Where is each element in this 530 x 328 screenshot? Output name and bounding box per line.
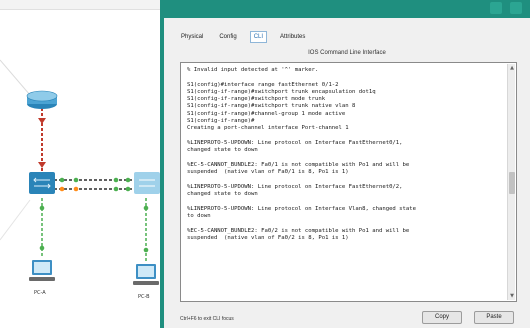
scroll-down-icon[interactable]: ▼ bbox=[509, 293, 515, 299]
port-status-up bbox=[39, 245, 45, 251]
scroll-up-icon[interactable]: ▲ bbox=[509, 65, 515, 71]
port-status-up bbox=[73, 177, 79, 183]
port-status-up bbox=[113, 186, 119, 192]
copy-button[interactable]: Copy bbox=[422, 311, 462, 324]
console-line: %LINEPROTO-5-UPDOWN: Line protocol on In… bbox=[187, 139, 403, 146]
cli-focus-hint: Ctrl+F6 to exit CLI focus bbox=[180, 316, 234, 322]
topology-canvas[interactable]: PC-A PC-B bbox=[0, 0, 164, 328]
window-title-bar[interactable] bbox=[164, 0, 530, 18]
paste-button[interactable]: Paste bbox=[474, 311, 514, 324]
pc-a-icon bbox=[29, 260, 55, 281]
port-status-amber bbox=[73, 186, 79, 192]
cli-console[interactable]: % Invalid input detected at '^' marker. S… bbox=[180, 62, 517, 302]
console-line: changed state to down bbox=[187, 191, 258, 198]
background-link bbox=[0, 59, 31, 96]
tab-attributes[interactable]: Attributes bbox=[277, 32, 308, 42]
console-line: Creating a port-channel interface Port-c… bbox=[187, 125, 349, 132]
link-down-indicator bbox=[38, 118, 46, 124]
tab-cli[interactable]: CLI bbox=[249, 31, 268, 43]
console-line: %EC-5-CANNOT_BUNDLE2: Fa0/2 is not compa… bbox=[187, 227, 410, 234]
console-line: % Invalid input detected at '^' marker. bbox=[187, 67, 319, 73]
port-status-amber bbox=[59, 186, 65, 192]
cli-output[interactable]: % Invalid input detected at '^' marker. S… bbox=[187, 67, 505, 249]
ios-cli-title: IOS Command Line Interface bbox=[308, 50, 386, 56]
port-status-up bbox=[39, 205, 45, 211]
console-line: S1(config-if-range)#switchport trunk enc… bbox=[187, 88, 376, 95]
port-status-up bbox=[125, 177, 131, 183]
port-status-up bbox=[143, 205, 149, 211]
console-line: suspended (native vlan of Fa0/1 is 8, Po… bbox=[187, 169, 349, 176]
console-line: changed state to down bbox=[187, 147, 258, 154]
console-line: S1(config-if-range)#channel-group 1 mode… bbox=[187, 110, 346, 117]
console-line: S1(config-if-range)#switchport mode trun… bbox=[187, 96, 326, 103]
port-status-up bbox=[59, 177, 65, 183]
switch-s1-icon bbox=[29, 172, 55, 194]
console-line: %LINEPROTO-5-UPDOWN: Line protocol on In… bbox=[187, 205, 417, 212]
topology-diagram bbox=[0, 59, 160, 285]
close-icon[interactable] bbox=[510, 2, 522, 14]
console-line: S1(config)#interface range fastEthernet … bbox=[187, 81, 339, 88]
tab-config[interactable]: Config bbox=[216, 32, 239, 42]
tab-physical[interactable]: Physical bbox=[178, 32, 206, 42]
console-line: to down bbox=[187, 212, 211, 219]
port-status-up bbox=[143, 247, 149, 253]
pc-a-label: PC-A bbox=[34, 290, 46, 296]
pc-b-label: PC-B bbox=[138, 294, 150, 300]
link-down-indicator bbox=[38, 162, 46, 168]
device-tabs: Physical Config CLI Attributes bbox=[178, 30, 308, 44]
port-status-up bbox=[113, 177, 119, 183]
background-link bbox=[0, 199, 31, 241]
console-line: suspended (native vlan of Fa0/2 is 8, Po… bbox=[187, 234, 349, 241]
console-line: S1(config-if-range)# bbox=[187, 118, 255, 125]
device-window[interactable]: Physical Config CLI Attributes IOS Comma… bbox=[160, 0, 530, 328]
router-icon bbox=[26, 90, 58, 109]
port-status-up bbox=[125, 186, 131, 192]
console-line: %EC-5-CANNOT_BUNDLE2: Fa0/1 is not compa… bbox=[187, 161, 410, 168]
switch-s2-icon bbox=[134, 172, 160, 194]
scrollbar-thumb[interactable] bbox=[509, 172, 515, 194]
console-line: S1(config-if-range)#switchport trunk nat… bbox=[187, 103, 356, 110]
minimize-icon[interactable] bbox=[490, 2, 502, 14]
console-scrollbar[interactable]: ▲ ▼ bbox=[507, 64, 515, 300]
pc-b-icon bbox=[133, 264, 159, 285]
console-line: %LINEPROTO-5-UPDOWN: Line protocol on In… bbox=[187, 183, 403, 190]
